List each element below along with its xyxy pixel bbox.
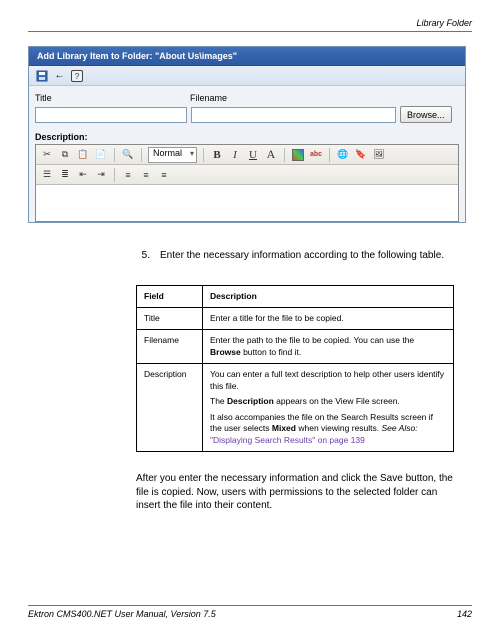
page-footer: Ektron CMS400.NET User Manual, Version 7…	[28, 605, 472, 619]
outdent-icon[interactable]: ⇤	[76, 168, 90, 182]
description-label: Description:	[35, 130, 459, 144]
step-number: 5.	[136, 249, 150, 263]
rich-text-editor: ✂ ⧉ 📋 📄 🔍 Normal B I U A abc 🌐 🔖 🖼	[35, 144, 459, 222]
text-strong: Browse	[210, 347, 241, 357]
number-list-icon[interactable]: ≣	[58, 168, 72, 182]
cms-titlebar: Add Library Item to Folder: "About Us\im…	[29, 47, 465, 66]
indent-icon[interactable]: ⇥	[94, 168, 108, 182]
text-fragment: button to find it.	[241, 347, 301, 357]
paste-text-icon[interactable]: 📄	[94, 148, 108, 162]
copy-icon[interactable]: ⧉	[58, 148, 72, 162]
cell-field: Description	[137, 364, 203, 452]
cut-icon[interactable]: ✂	[40, 148, 54, 162]
footer-manual-title: Ektron CMS400.NET User Manual, Version 7…	[28, 609, 216, 619]
cross-reference-link[interactable]: "Displaying Search Results" on page 139	[210, 435, 365, 445]
table-row: Description You can enter a full text de…	[137, 364, 454, 452]
after-paragraph: After you enter the necessary informatio…	[136, 472, 456, 513]
col-header-description: Description	[203, 285, 454, 307]
align-center-icon[interactable]: ≡	[139, 168, 153, 182]
bullet-list-icon[interactable]: ☰	[40, 168, 54, 182]
text-paragraph: It also accompanies the file on the Sear…	[210, 412, 446, 446]
editor-toolbar-row-2: ☰ ≣ ⇤ ⇥ ≡ ≡ ≡	[36, 165, 458, 185]
page-header-right: Library Folder	[28, 18, 472, 28]
bold-icon[interactable]: B	[210, 148, 224, 162]
text-fragment: when viewing results.	[296, 423, 382, 433]
header-divider	[28, 31, 472, 32]
hyperlink-icon[interactable]: 🌐	[336, 148, 350, 162]
paste-icon[interactable]: 📋	[76, 148, 90, 162]
back-arrow-icon[interactable]: ←	[53, 69, 66, 82]
table-row: Title Enter a title for the file to be c…	[137, 307, 454, 329]
style-select[interactable]: Normal	[148, 147, 197, 163]
align-right-icon[interactable]: ≡	[157, 168, 171, 182]
toolbar-separator	[114, 168, 115, 182]
editor-content-area[interactable]	[36, 185, 458, 221]
col-header-field: Field	[137, 285, 203, 307]
cell-field: Filename	[137, 330, 203, 364]
browse-button[interactable]: Browse...	[400, 106, 452, 123]
cell-desc: You can enter a full text description to…	[203, 364, 454, 452]
toolbar-separator	[141, 148, 142, 162]
text-fragment: Enter the path to the file to be copied.…	[210, 335, 414, 345]
toolbar-separator	[329, 148, 330, 162]
text-paragraph: The Description appears on the View File…	[210, 396, 446, 407]
instruction-step: 5. Enter the necessary information accor…	[136, 249, 456, 263]
toolbar-separator	[284, 148, 285, 162]
see-also-label: See Also:	[382, 423, 418, 433]
filename-input[interactable]	[191, 107, 396, 123]
text-fragment: The	[210, 396, 227, 406]
bookmark-icon[interactable]: 🔖	[354, 148, 368, 162]
field-description-table: Field Description Title Enter a title fo…	[136, 285, 454, 453]
align-left-icon[interactable]: ≡	[121, 168, 135, 182]
toolbar-separator	[203, 148, 204, 162]
text-strong: Mixed	[272, 423, 296, 433]
help-icon[interactable]: ?	[71, 70, 83, 82]
toolbar-separator	[114, 148, 115, 162]
image-icon[interactable]: 🖼	[372, 148, 386, 162]
text-strong: Description	[227, 396, 274, 406]
underline-icon[interactable]: U	[246, 148, 260, 162]
text-paragraph: You can enter a full text description to…	[210, 369, 446, 392]
cell-desc: Enter a title for the file to be copied.	[203, 307, 454, 329]
title-label: Title	[35, 92, 190, 104]
step-text: Enter the necessary information accordin…	[160, 249, 456, 263]
filename-label: Filename	[190, 92, 459, 104]
font-color-icon[interactable]: A	[264, 148, 278, 162]
find-icon[interactable]: 🔍	[121, 148, 135, 162]
save-icon[interactable]	[35, 69, 48, 82]
cms-form-body: Title Filename Browse... Description: ✂ …	[29, 86, 465, 222]
italic-icon[interactable]: I	[228, 148, 242, 162]
title-input[interactable]	[35, 107, 187, 123]
table-row: Filename Enter the path to the file to b…	[137, 330, 454, 364]
editor-toolbar-row-1: ✂ ⧉ 📋 📄 🔍 Normal B I U A abc 🌐 🔖 🖼	[36, 145, 458, 165]
footer-page-number: 142	[457, 609, 472, 619]
cms-window: Add Library Item to Folder: "About Us\im…	[28, 46, 466, 223]
table-header-row: Field Description	[137, 285, 454, 307]
cms-main-toolbar: ← ?	[29, 66, 465, 86]
cell-desc: Enter the path to the file to be copied.…	[203, 330, 454, 364]
footer-divider	[28, 605, 472, 606]
cell-field: Title	[137, 307, 203, 329]
highlight-icon[interactable]	[291, 148, 305, 162]
text-fragment: appears on the View File screen.	[274, 396, 400, 406]
spellcheck-icon[interactable]: abc	[309, 148, 323, 162]
